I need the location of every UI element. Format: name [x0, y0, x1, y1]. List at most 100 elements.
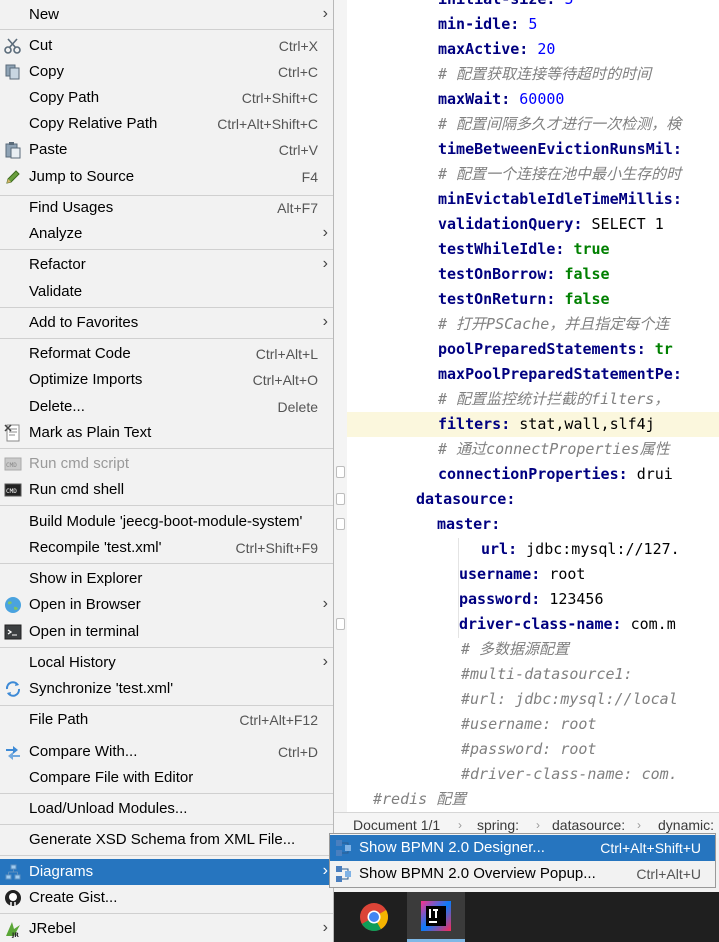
fold-marker-icon[interactable]	[336, 493, 345, 505]
menu-item-label: File Path	[29, 711, 89, 728]
yaml-comment: #url: jdbc:mysql://local	[461, 690, 678, 708]
yaml-key: connectionProperties	[438, 465, 619, 483]
code-line: driver-class-name: com.m	[459, 612, 676, 637]
paste-icon	[4, 141, 22, 159]
menu-item-create-gist[interactable]: Create Gist...	[0, 885, 333, 911]
menu-item-open-in-terminal[interactable]: Open in terminal	[0, 619, 333, 645]
menu-item-label: Paste	[29, 141, 68, 158]
yaml-colon: :	[531, 565, 550, 583]
yaml-colon: :	[531, 590, 550, 608]
yaml-comment: # 多数据源配置	[461, 640, 570, 658]
menu-item-show-bpmn-overview[interactable]: Show BPMN 2.0 Overview Popup... Ctrl+Alt+…	[330, 861, 715, 887]
breadcrumb-item-spring[interactable]: spring:	[477, 817, 519, 833]
menu-item-recompile[interactable]: Recompile 'test.xml' Ctrl+Shift+F9	[0, 535, 333, 561]
menu-item-optimize-imports[interactable]: Optimize Imports Ctrl+Alt+O	[0, 367, 333, 393]
yaml-value: true	[573, 240, 610, 258]
yaml-key: username	[459, 565, 532, 583]
menu-item-mark-as-plain-text[interactable]: Mark as Plain Text	[0, 420, 333, 446]
fold-marker-icon[interactable]	[336, 618, 345, 630]
menu-item-shortcut: Ctrl+Alt+L	[255, 346, 318, 362]
yaml-comment: #password: root	[461, 740, 597, 758]
menu-item-shortcut: Ctrl+Shift+C	[241, 90, 318, 106]
menu-item-show-in-explorer[interactable]: Show in Explorer	[0, 566, 333, 592]
code-line: url: jdbc:mysql://127.	[481, 537, 680, 562]
menu-item-label: Show BPMN 2.0 Overview Popup...	[359, 865, 596, 882]
menu-item-label: Local History	[29, 654, 116, 671]
bpmn-icon	[335, 865, 353, 883]
menu-item-shortcut: Ctrl+Alt+O	[252, 372, 318, 388]
yaml-colon: :	[672, 365, 682, 383]
menu-item-shortcut: Delete	[277, 399, 318, 415]
menu-item-label: JRebel	[29, 920, 76, 937]
menu-item-build-module[interactable]: Build Module 'jeecg-boot-module-system'	[0, 509, 333, 535]
menu-item-jump-to-source[interactable]: Jump to Source F4	[0, 164, 333, 190]
menu-item-load-unload-modules[interactable]: Load/Unload Modules...	[0, 796, 333, 822]
yaml-colon: :	[506, 490, 516, 508]
code-line: timeBetweenEvictionRunsMil:	[438, 137, 682, 162]
menu-item-cut[interactable]: Cut Ctrl+X	[0, 33, 333, 59]
taskbar-chrome-button[interactable]	[345, 892, 403, 942]
code-line: testOnBorrow: false	[438, 262, 610, 287]
yaml-key: maxPoolPreparedStatementPe	[438, 365, 673, 383]
menu-item-label: Optimize Imports	[29, 371, 143, 388]
menu-item-generate-xsd[interactable]: Generate XSD Schema from XML File...	[0, 827, 333, 853]
sync-icon	[4, 680, 22, 698]
menu-item-shortcut: Ctrl+D	[277, 744, 318, 760]
menu-item-add-to-favorites[interactable]: Add to Favorites ›	[0, 310, 333, 336]
menu-item-label: Delete...	[29, 398, 85, 415]
yaml-value: 20	[537, 40, 556, 58]
menu-item-label: Copy Relative Path	[29, 115, 158, 132]
code-line: username: root	[459, 562, 585, 587]
bpmn-icon	[335, 839, 353, 857]
menu-item-compare-file-with-editor[interactable]: Compare File with Editor	[0, 765, 333, 791]
menu-item-jrebel[interactable]: JR JRebel ›	[0, 916, 333, 942]
menu-item-run-cmd-script: CMD Run cmd script	[0, 451, 333, 477]
menu-item-analyze[interactable]: Analyze ›	[0, 221, 333, 247]
yaml-key: poolPreparedStatements	[438, 340, 637, 358]
menu-item-paste[interactable]: Paste Ctrl+V	[0, 137, 333, 163]
menu-item-synchronize[interactable]: Synchronize 'test.xml'	[0, 676, 333, 702]
yaml-key: initial-size	[438, 0, 546, 8]
menu-separator	[0, 855, 333, 856]
menu-separator	[0, 793, 333, 794]
fold-marker-icon[interactable]	[336, 466, 345, 478]
code-editor[interactable]: initial-size: 5min-idle: 5maxActive: 20#…	[333, 0, 719, 812]
menu-item-label: Copy	[29, 63, 65, 80]
menu-separator	[0, 338, 333, 339]
fold-marker-icon[interactable]	[336, 518, 345, 530]
cmd-script-icon: CMD	[4, 455, 22, 473]
menu-item-compare-with[interactable]: Compare With... Ctrl+D	[0, 739, 333, 765]
menu-item-copy[interactable]: Copy Ctrl+C	[0, 59, 333, 85]
menu-item-run-cmd-shell[interactable]: CMD Run cmd shell	[0, 477, 333, 503]
menu-item-copy-path[interactable]: Copy Path Ctrl+Shift+C	[0, 85, 333, 111]
breadcrumb-separator-icon: ›	[637, 818, 641, 832]
menu-item-new[interactable]: New ›	[0, 2, 333, 28]
menu-item-local-history[interactable]: Local History ›	[0, 650, 333, 676]
code-line: maxWait: 60000	[438, 87, 564, 112]
code-line: poolPreparedStatements: tr	[438, 337, 673, 362]
menu-item-validate[interactable]: Validate	[0, 279, 333, 305]
menu-item-label: Reformat Code	[29, 345, 131, 362]
menu-item-refactor[interactable]: Refactor ›	[0, 252, 333, 278]
breadcrumb-item-datasource[interactable]: datasource:	[552, 817, 625, 833]
menu-item-reformat-code[interactable]: Reformat Code Ctrl+Alt+L	[0, 341, 333, 367]
menu-item-shortcut: Ctrl+C	[277, 64, 318, 80]
menu-item-label: Find Usages	[29, 199, 114, 216]
menu-item-shortcut: Ctrl+Shift+F9	[235, 540, 318, 556]
menu-item-label: Show BPMN 2.0 Designer...	[359, 839, 545, 856]
menu-item-show-bpmn-designer[interactable]: Show BPMN 2.0 Designer... Ctrl+Alt+Shift+…	[330, 835, 715, 861]
menu-item-shortcut: Ctrl+V	[278, 142, 318, 158]
code-comment-line: #driver-class-name: com.	[461, 762, 678, 787]
menu-item-diagrams[interactable]: Diagrams ›	[0, 859, 333, 885]
menu-item-delete[interactable]: Delete... Delete	[0, 394, 333, 420]
menu-item-open-in-browser[interactable]: Open in Browser ›	[0, 592, 333, 618]
menu-item-find-usages[interactable]: Find Usages Alt+F7	[0, 195, 333, 221]
breadcrumb-item-dynamic[interactable]: dynamic:	[658, 817, 714, 833]
context-menu: New › Cut Ctrl+X Copy Ctrl+C Copy Path Ctrl+Shi…	[0, 0, 334, 942]
menu-item-copy-relative-path[interactable]: Copy Relative Path Ctrl+Alt+Shift+C	[0, 111, 333, 137]
menu-item-file-path[interactable]: File Path Ctrl+Alt+F12	[0, 707, 333, 733]
diagrams-submenu: Show BPMN 2.0 Designer... Ctrl+Alt+Shift+…	[329, 833, 716, 888]
svg-text:CMD: CMD	[6, 488, 17, 495]
taskbar-intellij-button[interactable]	[407, 892, 465, 942]
yaml-colon: :	[573, 215, 592, 233]
